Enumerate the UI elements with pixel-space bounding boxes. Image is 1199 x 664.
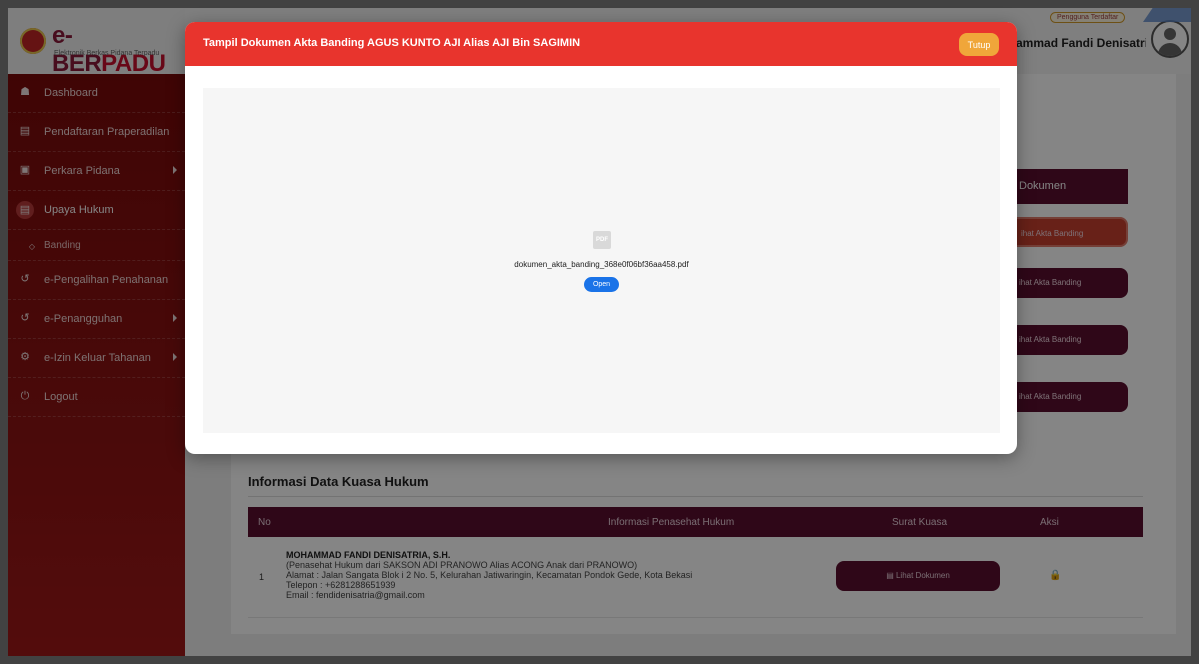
- close-button[interactable]: Tutup: [959, 33, 999, 56]
- modal-header: Tampil Dokumen Akta Banding AGUS KUNTO A…: [185, 22, 1017, 66]
- pdf-viewer[interactable]: PDF dokumen_akta_banding_368e0f06bf36aa4…: [203, 88, 1000, 433]
- open-button[interactable]: Open: [584, 277, 619, 292]
- pdf-file-icon: PDF: [593, 231, 611, 249]
- modal-title: Tampil Dokumen Akta Banding AGUS KUNTO A…: [203, 37, 581, 49]
- document-modal: Tampil Dokumen Akta Banding AGUS KUNTO A…: [185, 22, 1017, 454]
- pdf-file-name: dokumen_akta_banding_368e0f06bf36aa458.p…: [514, 260, 689, 269]
